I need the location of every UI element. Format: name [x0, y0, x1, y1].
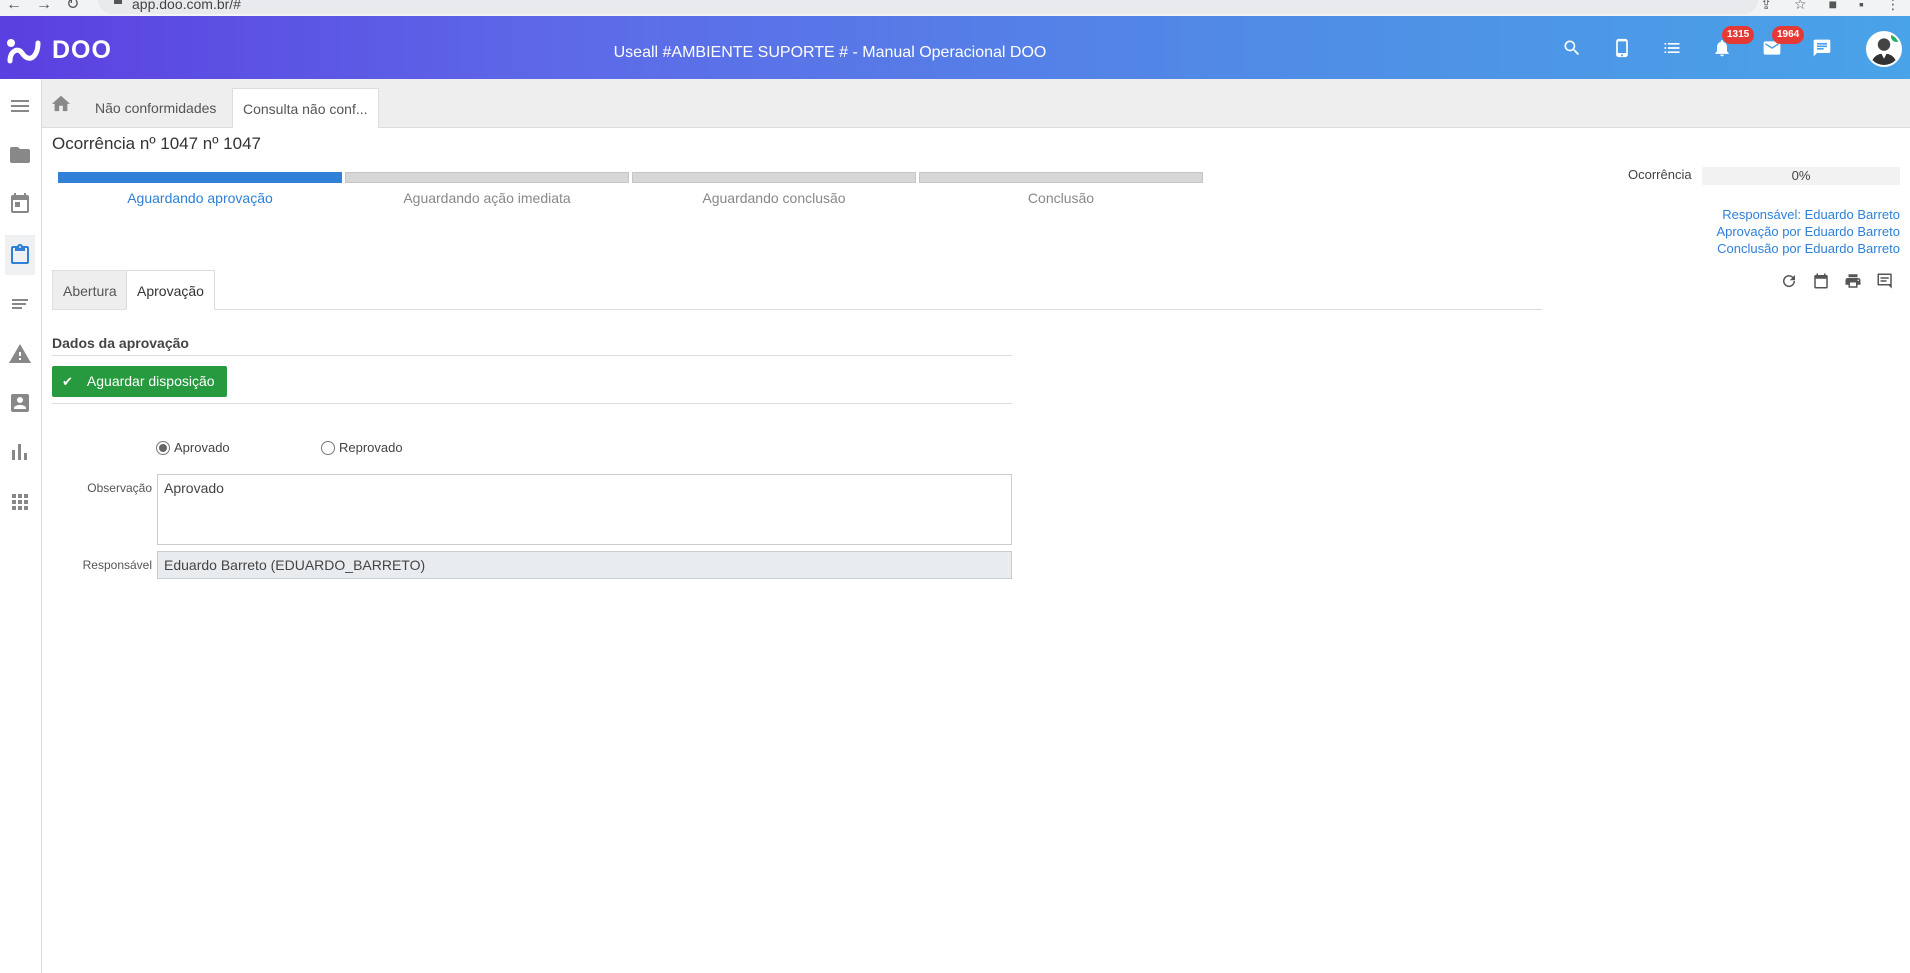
chat-icon[interactable]	[1812, 38, 1832, 58]
responsavel-link[interactable]: Responsável: Eduardo Barreto	[1716, 206, 1900, 223]
apps-grid-icon[interactable]	[5, 487, 35, 517]
app-header: DOO Useall #AMBIENTE SUPORTE # - Manual …	[0, 16, 1910, 79]
progress-step: Aguardando conclusão	[632, 172, 916, 206]
progress-step-label: Conclusão	[1027, 190, 1095, 206]
notifications-badge: 1315	[1722, 26, 1755, 44]
comment-icon[interactable]	[1876, 272, 1896, 292]
divider	[52, 403, 1012, 404]
browser-chrome: ←→↻ app.doo.com.br/# ⇪ ☆ ■ ▪ ⋮	[0, 0, 1910, 16]
aguardar-disposicao-button[interactable]: ✔ Aguardar disposição	[52, 366, 227, 397]
responsibles-list: Responsável: Eduardo Barreto Aprovação p…	[1716, 206, 1900, 257]
home-icon[interactable]	[50, 93, 72, 113]
tab-nao-conformidades[interactable]: Não conformidades	[85, 88, 226, 128]
progress-step-label: Aguardando aprovação	[127, 190, 273, 206]
app-title: Useall #AMBIENTE SUPORTE # - Manual Oper…	[613, 44, 1047, 61]
progress-step: Conclusão	[919, 172, 1203, 206]
progress-step-bar	[919, 172, 1203, 183]
action-icons	[1780, 272, 1908, 292]
warning-icon[interactable]	[5, 339, 35, 369]
url-text: app.doo.com.br/#	[132, 0, 241, 12]
status-progress: Aguardando aprovação Aguardando ação ime…	[58, 172, 1206, 206]
folder-icon[interactable]	[5, 140, 35, 170]
occurrence-progress-bar: 0%	[1702, 167, 1900, 185]
menu-dots-icon[interactable]: ⋮	[1886, 0, 1900, 12]
address-bar[interactable]: app.doo.com.br/#	[98, 0, 1758, 14]
responsavel-field: Eduardo Barreto (EDUARDO_BARRETO)	[157, 551, 1012, 579]
radio-label: Aprovado	[174, 440, 230, 455]
tab-aprovacao[interactable]: Aprovação	[126, 270, 215, 310]
share-icon[interactable]: ⇪	[1760, 0, 1772, 12]
hamburger-menu-icon[interactable]	[5, 91, 35, 121]
progress-step: Aguardando aprovação	[58, 172, 342, 206]
search-icon[interactable]	[1562, 38, 1582, 58]
star-icon[interactable]: ☆	[1794, 0, 1807, 12]
page-tabs: Não conformidades Consulta não conf...	[42, 79, 1910, 128]
clipboard-icon[interactable]	[5, 235, 35, 275]
observacao-label: Observação	[87, 481, 152, 495]
contact-card-icon[interactable]	[5, 388, 35, 418]
responsavel-label: Responsável	[82, 558, 152, 572]
section-title: Dados da aprovação	[52, 335, 1012, 356]
notifications-bell-icon[interactable]: 1315	[1712, 26, 1755, 58]
refresh-icon[interactable]	[1780, 272, 1800, 292]
left-sidebar	[0, 79, 42, 973]
tab-consulta-nao-conformidades[interactable]: Consulta não conf...	[232, 88, 379, 128]
header-icons: 1315 1964	[1562, 26, 1862, 58]
text-lines-icon[interactable]	[5, 289, 35, 319]
occurrence-label: Ocorrência	[1628, 167, 1692, 182]
mail-icon[interactable]: 1964	[1762, 26, 1805, 58]
messages-badge: 1964	[1772, 26, 1805, 44]
content-tabs: Abertura Aprovação	[52, 270, 1542, 310]
tab-abertura[interactable]: Abertura	[52, 270, 128, 310]
reload-icon[interactable]: ↻	[66, 0, 93, 13]
progress-step-bar	[58, 172, 342, 183]
radio-dot-selected	[156, 440, 170, 455]
check-icon: ✔	[62, 374, 73, 389]
lock-icon	[114, 0, 122, 4]
forward-icon[interactable]: →	[36, 0, 66, 13]
online-status-dot	[1891, 33, 1900, 42]
calendar-small-icon[interactable]	[1812, 272, 1832, 292]
radio-dot	[321, 440, 335, 455]
progress-step-label: Aguardando conclusão	[702, 190, 846, 206]
print-icon[interactable]	[1844, 272, 1864, 292]
progress-step: Aguardando ação imediata	[345, 172, 629, 206]
extension-icon[interactable]: ■	[1829, 0, 1837, 12]
radio-aprovado[interactable]: Aprovado	[156, 440, 230, 455]
browser-nav: ←→↻	[6, 0, 93, 14]
list-icon[interactable]	[1662, 38, 1682, 58]
aprovacao-link[interactable]: Aprovação por Eduardo Barreto	[1716, 223, 1900, 240]
observacao-textarea[interactable]: Aprovado	[157, 474, 1012, 545]
profile-icon[interactable]: ▪	[1859, 0, 1864, 12]
user-avatar[interactable]	[1866, 31, 1902, 67]
radio-label: Reprovado	[339, 440, 403, 455]
page-title: Ocorrência nº 1047 nº 1047	[52, 134, 261, 153]
bar-chart-icon[interactable]	[5, 437, 35, 467]
back-icon[interactable]: ←	[6, 0, 36, 13]
mobile-icon[interactable]	[1612, 38, 1632, 58]
calendar-icon[interactable]	[5, 188, 35, 218]
progress-step-bar	[345, 172, 629, 183]
radio-reprovado[interactable]: Reprovado	[321, 440, 403, 455]
progress-step-bar	[632, 172, 916, 183]
progress-step-label: Aguardando ação imediata	[403, 190, 571, 206]
button-label: Aguardar disposição	[86, 373, 215, 389]
browser-actions: ⇪ ☆ ■ ▪ ⋮	[1738, 0, 1900, 13]
conclusao-link[interactable]: Conclusão por Eduardo Barreto	[1716, 240, 1900, 257]
